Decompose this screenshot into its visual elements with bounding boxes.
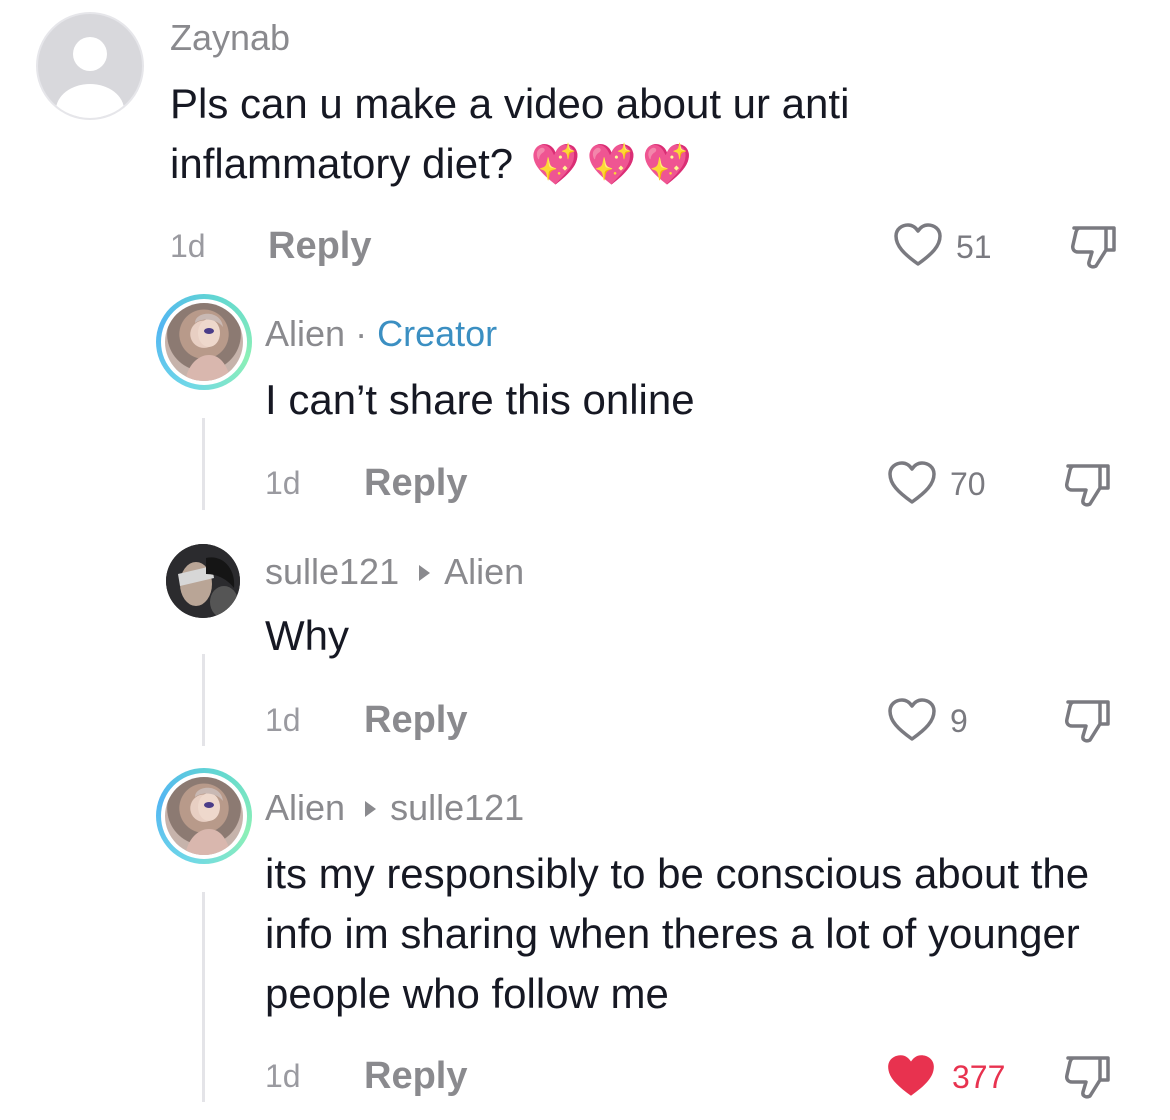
caret-right-icon bbox=[419, 565, 431, 581]
creator-photo bbox=[185, 313, 231, 381]
comment-username[interactable]: Zaynab bbox=[170, 18, 290, 58]
thread-line bbox=[202, 892, 205, 1102]
comment-text: Pls can u make a video about ur anti inf… bbox=[170, 74, 970, 195]
reply-username[interactable]: Alien bbox=[265, 787, 345, 828]
heart-icon[interactable] bbox=[892, 222, 944, 268]
creator-badge: Creator bbox=[377, 313, 498, 354]
creator-photo bbox=[185, 787, 231, 855]
reply-button[interactable]: Reply bbox=[364, 463, 467, 503]
thumbs-down-icon[interactable] bbox=[1062, 696, 1114, 746]
reply-to-username[interactable]: sulle121 bbox=[390, 787, 524, 828]
heart-icon[interactable] bbox=[886, 460, 938, 506]
thumbs-down-icon[interactable] bbox=[1062, 1052, 1114, 1102]
comment-body: Pls can u make a video about ur anti inf… bbox=[170, 80, 850, 187]
reply-username-line: Alien · Creator bbox=[265, 314, 497, 354]
reply-time: 1d bbox=[265, 702, 301, 738]
avatar[interactable] bbox=[36, 12, 144, 120]
avatar[interactable] bbox=[166, 544, 240, 618]
comment-time: 1d bbox=[170, 228, 206, 264]
like-count: 9 bbox=[950, 703, 968, 739]
caret-right-icon bbox=[365, 801, 377, 817]
reply-button[interactable]: Reply bbox=[364, 700, 467, 740]
reply-text: Why bbox=[265, 612, 349, 659]
avatar[interactable] bbox=[156, 294, 252, 390]
like-count: 377 bbox=[952, 1059, 1006, 1095]
like-count: 51 bbox=[956, 229, 992, 265]
separator-dot: · bbox=[355, 313, 368, 354]
reply-button[interactable]: Reply bbox=[364, 1056, 467, 1096]
sparkling-heart-emoji: 💖💖💖 bbox=[530, 142, 699, 188]
like-count: 70 bbox=[950, 466, 986, 502]
thumbs-down-icon[interactable] bbox=[1068, 222, 1120, 272]
user-photo bbox=[166, 544, 240, 618]
heart-filled-icon[interactable] bbox=[884, 1052, 938, 1100]
reply-time: 1d bbox=[265, 1058, 301, 1094]
reply-username[interactable]: Alien bbox=[265, 313, 345, 354]
reply-to-username[interactable]: Alien bbox=[444, 551, 524, 592]
reply-text: I can’t share this online bbox=[265, 376, 695, 423]
reply-button[interactable]: Reply bbox=[268, 226, 371, 266]
thread-line bbox=[202, 418, 205, 510]
reply-username-line: Alien sulle121 bbox=[265, 788, 524, 828]
thread-line bbox=[202, 654, 205, 746]
reply-text: its my responsibly to be conscious about… bbox=[265, 850, 1090, 1017]
default-avatar-icon bbox=[56, 37, 124, 118]
reply-username[interactable]: sulle121 bbox=[265, 551, 399, 592]
reply-username-line: sulle121 Alien bbox=[265, 552, 524, 592]
avatar[interactable] bbox=[156, 768, 252, 864]
heart-icon[interactable] bbox=[886, 697, 938, 743]
thumbs-down-icon[interactable] bbox=[1062, 460, 1114, 510]
reply-time: 1d bbox=[265, 465, 301, 501]
